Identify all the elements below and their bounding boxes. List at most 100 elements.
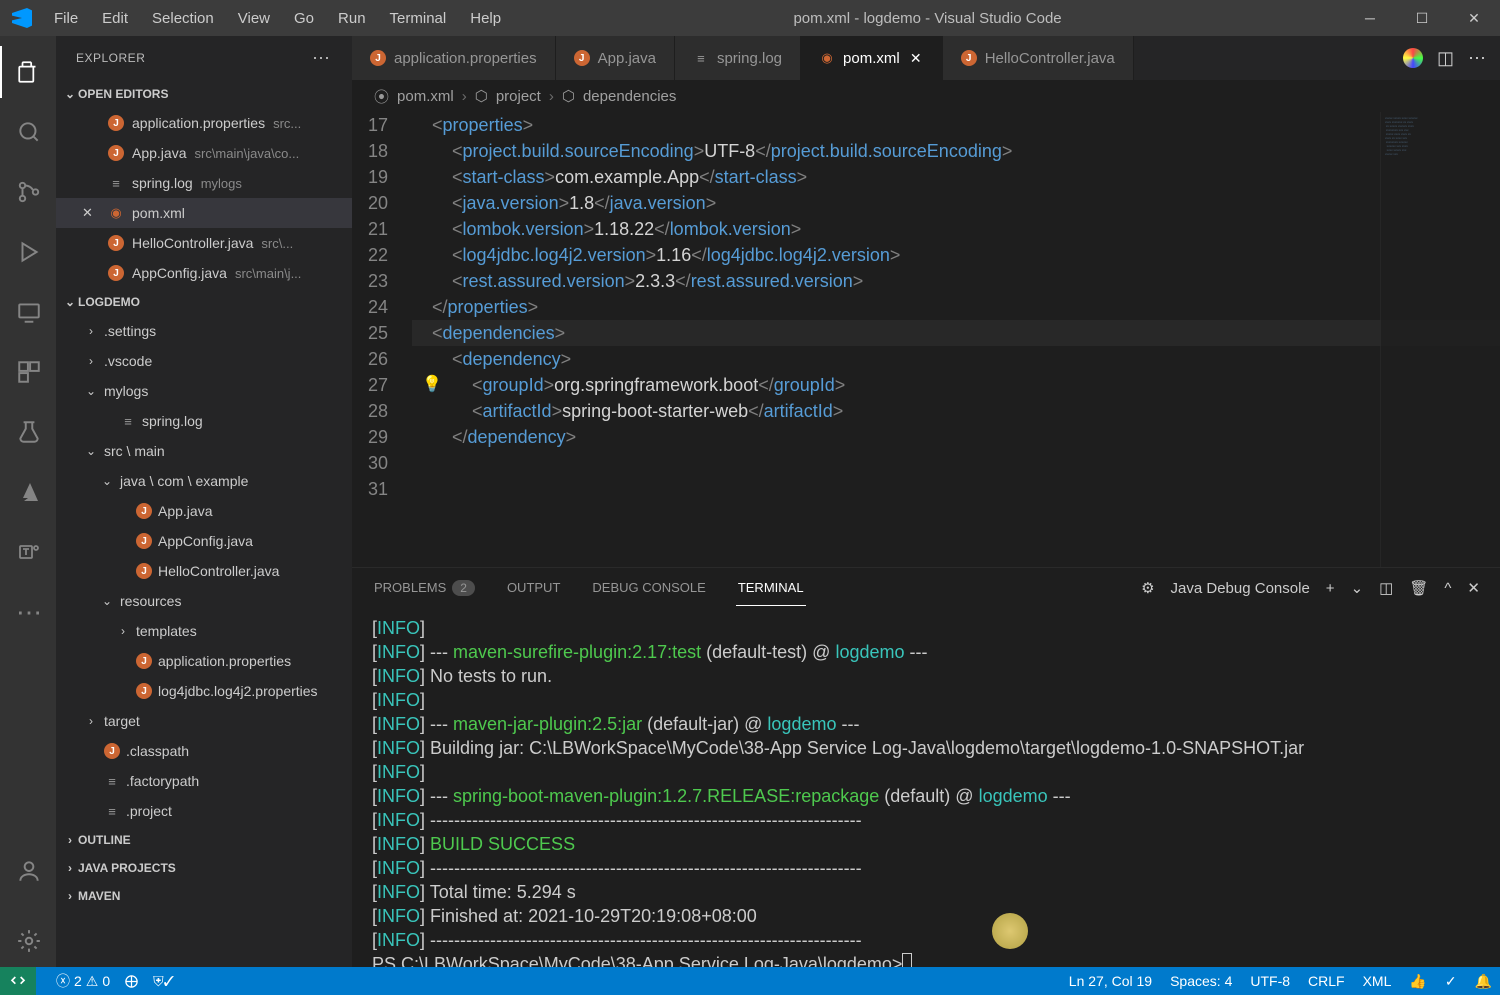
code-content[interactable]: <properties> <project.build.sourceEncodi… bbox=[412, 112, 1500, 567]
minimap[interactable]: xxxxx xxxxx xxxx xxxxxx xxxx xxxxxxx xx … bbox=[1380, 112, 1500, 567]
search-icon[interactable] bbox=[0, 106, 56, 158]
java-icon: J bbox=[136, 503, 152, 519]
tree-item[interactable]: ⌄java \ com \ example bbox=[56, 466, 352, 496]
testing-icon[interactable] bbox=[0, 406, 56, 458]
section-java-projects[interactable]: ›JAVA PROJECTS bbox=[56, 854, 352, 882]
menu-terminal[interactable]: Terminal bbox=[380, 4, 457, 33]
tab-terminal[interactable]: TERMINAL bbox=[736, 570, 806, 606]
tree-item[interactable]: JAppConfig.java bbox=[56, 526, 352, 556]
menu-go[interactable]: Go bbox=[284, 4, 324, 33]
notifications-icon[interactable]: 🔔 bbox=[1475, 973, 1492, 990]
tab-pom-xml[interactable]: ◉pom.xml✕ bbox=[801, 36, 943, 80]
tree-item[interactable]: ›.settings bbox=[56, 316, 352, 346]
menu-help[interactable]: Help bbox=[460, 4, 511, 33]
java-icon: J bbox=[108, 145, 124, 161]
open-editor-item[interactable]: ✕JAppConfig.javasrc\main\j... bbox=[56, 258, 352, 288]
prettier-icon[interactable]: ✓ bbox=[1445, 973, 1457, 990]
azure-icon[interactable] bbox=[0, 466, 56, 518]
tree-item[interactable]: ≡.factorypath bbox=[56, 766, 352, 796]
tree-item[interactable]: ≡spring.log bbox=[56, 406, 352, 436]
menu-view[interactable]: View bbox=[228, 4, 280, 33]
chevron-icon: › bbox=[84, 324, 98, 338]
feedback-icon[interactable]: 👍 bbox=[1409, 973, 1426, 990]
settings-icon[interactable] bbox=[0, 915, 56, 967]
minimize-button[interactable]: ─ bbox=[1344, 0, 1396, 36]
source-control-icon[interactable] bbox=[0, 166, 56, 218]
explorer-icon[interactable] bbox=[0, 46, 56, 98]
tab-problems[interactable]: PROBLEMS2 bbox=[372, 570, 477, 606]
menu-edit[interactable]: Edit bbox=[92, 4, 138, 33]
tab-App-java[interactable]: JApp.java bbox=[556, 36, 675, 80]
color-theme-icon[interactable] bbox=[1403, 48, 1423, 68]
tree-item[interactable]: JApp.java bbox=[56, 496, 352, 526]
more-icon[interactable]: ⋯ bbox=[0, 586, 56, 638]
extensions-icon[interactable] bbox=[0, 346, 56, 398]
tree-item[interactable]: ≡.project bbox=[56, 796, 352, 826]
ports-status[interactable] bbox=[124, 974, 139, 989]
open-editors-section[interactable]: ⌄OPEN EDITORS bbox=[56, 80, 352, 108]
file-icon: ≡ bbox=[104, 773, 120, 789]
java-status[interactable]: ⛨✓ bbox=[153, 973, 174, 990]
open-editor-item[interactable]: ✕JApp.javasrc\main\java\co... bbox=[56, 138, 352, 168]
task-label[interactable]: Java Debug Console bbox=[1171, 580, 1310, 597]
more-actions-icon[interactable]: ⋯ bbox=[1468, 48, 1486, 69]
breadcrumb[interactable]: ⦿ pom.xml › ⬡ project › ⬡ dependencies bbox=[352, 80, 1500, 112]
eol[interactable]: CRLF bbox=[1308, 973, 1345, 989]
code-editor[interactable]: 171819202122232425262728293031 <properti… bbox=[352, 112, 1500, 567]
split-terminal-icon[interactable]: ◫ bbox=[1379, 579, 1393, 597]
tab-output[interactable]: OUTPUT bbox=[505, 570, 562, 606]
sidebar-more-icon[interactable]: ⋯ bbox=[312, 48, 332, 69]
open-editor-item[interactable]: ✕≡spring.logmylogs bbox=[56, 168, 352, 198]
menu-run[interactable]: Run bbox=[328, 4, 376, 33]
run-debug-icon[interactable] bbox=[0, 226, 56, 278]
remote-indicator[interactable] bbox=[0, 967, 36, 995]
close-button[interactable]: ✕ bbox=[1448, 0, 1500, 36]
tree-item[interactable]: Japplication.properties bbox=[56, 646, 352, 676]
lightbulb-icon[interactable]: 💡 bbox=[422, 372, 442, 398]
menu-selection[interactable]: Selection bbox=[142, 4, 224, 33]
open-editor-item[interactable]: ✕◉pom.xml bbox=[56, 198, 352, 228]
tree-item[interactable]: J.classpath bbox=[56, 736, 352, 766]
tree-item[interactable]: JHelloController.java bbox=[56, 556, 352, 586]
maximize-panel-icon[interactable]: ^ bbox=[1444, 580, 1451, 597]
java-icon: J bbox=[370, 50, 386, 66]
open-editor-item[interactable]: ✕Japplication.propertiessrc... bbox=[56, 108, 352, 138]
problems-status[interactable]: ⓧ 2 ⚠ 0 bbox=[56, 971, 110, 991]
chevron-down-icon[interactable]: ⌄ bbox=[1351, 579, 1364, 597]
close-icon[interactable]: ✕ bbox=[908, 50, 924, 67]
encoding[interactable]: UTF-8 bbox=[1250, 973, 1290, 989]
maximize-button[interactable]: ☐ bbox=[1396, 0, 1448, 36]
trash-icon[interactable]: 🗑 bbox=[1409, 579, 1428, 597]
menu-file[interactable]: File bbox=[44, 4, 88, 33]
chevron-icon: › bbox=[84, 354, 98, 368]
section-outline[interactable]: ›OUTLINE bbox=[56, 826, 352, 854]
tab-HelloController-java[interactable]: JHelloController.java bbox=[943, 36, 1134, 80]
tab-debug-console[interactable]: DEBUG CONSOLE bbox=[590, 570, 707, 606]
tree-item[interactable]: ⌄src \ main bbox=[56, 436, 352, 466]
tab-spring-log[interactable]: ≡spring.log bbox=[675, 36, 801, 80]
remote-explorer-icon[interactable] bbox=[0, 286, 56, 338]
tree-item[interactable]: ⌄mylogs bbox=[56, 376, 352, 406]
split-editor-icon[interactable]: ◫ bbox=[1437, 48, 1454, 69]
project-section[interactable]: ⌄LOGDEMO bbox=[56, 288, 352, 316]
close-panel-icon[interactable]: ✕ bbox=[1467, 579, 1480, 597]
section-maven[interactable]: ›MAVEN bbox=[56, 882, 352, 910]
tree-item[interactable]: ›target bbox=[56, 706, 352, 736]
account-icon[interactable] bbox=[0, 845, 56, 897]
teams-icon[interactable] bbox=[0, 526, 56, 578]
tree-item[interactable]: ›templates bbox=[56, 616, 352, 646]
language-mode[interactable]: XML bbox=[1363, 973, 1392, 989]
open-editor-item[interactable]: ✕JHelloController.javasrc\... bbox=[56, 228, 352, 258]
terminal[interactable]: [INFO][INFO] --- maven-surefire-plugin:2… bbox=[352, 608, 1500, 967]
java-icon: J bbox=[108, 265, 124, 281]
debug-task-icon[interactable]: ⚙ bbox=[1141, 579, 1154, 597]
tree-item[interactable]: Jlog4jdbc.log4j2.properties bbox=[56, 676, 352, 706]
tree-item[interactable]: ⌄resources bbox=[56, 586, 352, 616]
indentation[interactable]: Spaces: 4 bbox=[1170, 973, 1232, 989]
tree-item[interactable]: ›.vscode bbox=[56, 346, 352, 376]
tab-application-properties[interactable]: Japplication.properties bbox=[352, 36, 556, 80]
close-icon[interactable]: ✕ bbox=[82, 205, 100, 221]
java-icon: J bbox=[136, 563, 152, 579]
new-terminal-icon[interactable]: + bbox=[1326, 580, 1335, 597]
cursor-position[interactable]: Ln 27, Col 19 bbox=[1069, 973, 1152, 989]
